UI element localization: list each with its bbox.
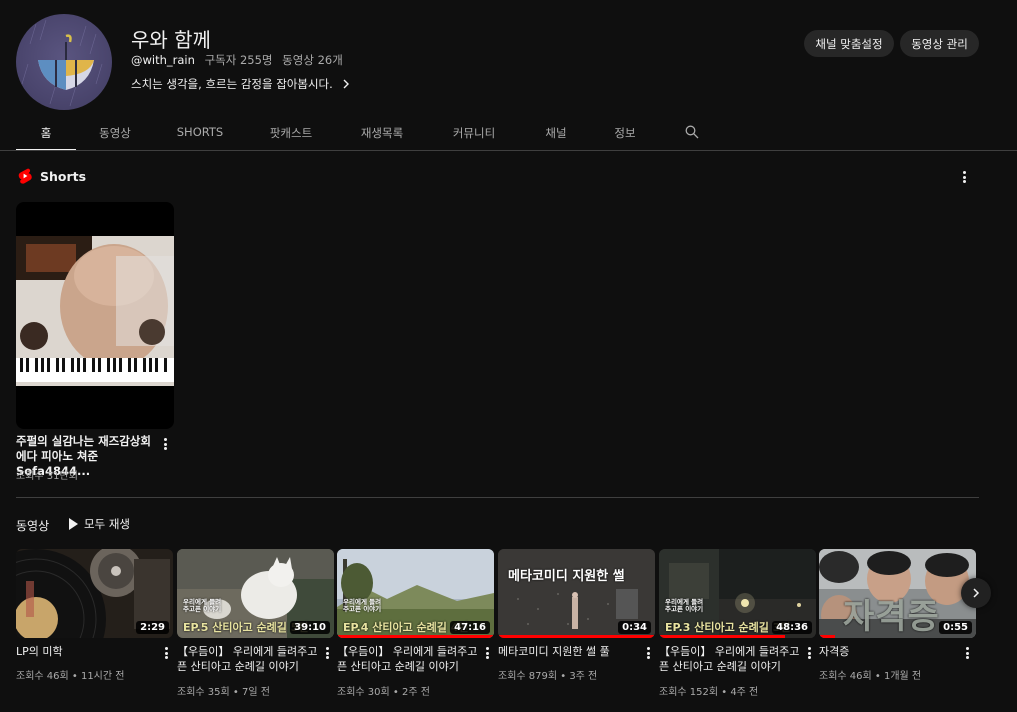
video-title[interactable]: 【우듬이】 우리에게 들려주고픈 산티아고 순례길 이야기 4... [337,644,479,674]
watch-progress-bar [498,635,655,638]
video-title[interactable]: 【우듬이】 우리에게 들려주고픈 산티아고 순례길 이야기 3... [659,644,801,674]
search-icon[interactable] [685,125,699,139]
manage-videos-button[interactable]: 동영상 관리 [900,30,979,57]
play-icon [69,518,78,530]
short-card[interactable] [16,202,174,429]
video-thumbnail[interactable]: 자격증 0:55 [819,549,976,638]
video-overlay-text: 자격증 [843,597,940,637]
channel-meta: @with_rain 구독자 255명 동영상 26개 [131,52,349,68]
watch-progress-bar [337,635,494,638]
umbrella-logo-icon [21,19,103,107]
video-thumbnail[interactable]: 우리에게 들려주고픈 이야기 EP.3 산티아고 순례길 3편 48:36 [659,549,816,638]
channel-tabs: 홈 동영상 SHORTS 팟캐스트 재생목록 커뮤니티 채널 정보 [16,115,658,151]
shorts-logo-icon [18,168,32,184]
video-card[interactable]: 우리에게 들려주고픈 이야기 EP.4 산티아고 순례길 4편 47:16 【우… [337,549,494,698]
video-overlay-subtitle: 우리에게 들려주고픈 이야기 [183,598,222,613]
video-duration: 48:36 [772,621,812,634]
video-meta: 조회수 30회 • 2주 전 [337,687,430,698]
video-duration: 0:34 [618,621,651,634]
video-duration: 2:29 [136,621,169,634]
watch-progress-bar [659,635,785,638]
video-card[interactable]: 메타코미디 지원한 썰 0:34 메타코미디 지원한 썰 풀 조회수 879회 … [498,549,655,682]
carousel-next-button[interactable] [961,578,991,608]
channel-handle: @with_rain [131,53,195,67]
short-menu-icon[interactable] [158,436,172,452]
video-duration: 39:10 [290,621,330,634]
chevron-right-icon [973,588,980,598]
channel-name: 우와 함께 [131,28,211,52]
short-thumbnail [16,236,174,386]
video-menu-icon[interactable] [802,645,816,661]
video-card[interactable]: 우리에게 들려주고픈 이야기 EP.5 산티아고 순례길 5편 39:10 【우… [177,549,334,698]
customize-channel-button[interactable]: 채널 맞춤설정 [804,30,894,57]
tab-playlists[interactable]: 재생목록 [336,115,428,151]
video-thumbnail[interactable]: 메타코미디 지원한 썰 0:34 [498,549,655,638]
video-menu-icon[interactable] [159,645,173,661]
play-all-label: 모두 재생 [84,517,130,531]
chevron-right-icon [343,79,349,89]
video-title[interactable]: 자격증 [819,644,961,659]
video-thumbnail[interactable]: 우리에게 들려주고픈 이야기 EP.4 산티아고 순례길 4편 47:16 [337,549,494,638]
video-overlay-subtitle: 우리에게 들려주고픈 이야기 [343,598,382,613]
video-meta: 조회수 46회 • 11시간 전 [16,671,125,682]
tab-community[interactable]: 커뮤니티 [428,115,520,151]
shorts-section-title: Shorts [18,168,86,184]
video-menu-icon[interactable] [480,645,494,661]
channel-description-text: 스치는 생각을, 흐르는 감정을 잡아봅시다. [131,77,333,91]
section-divider [16,497,979,498]
shorts-section-label: Shorts [40,168,87,184]
video-title[interactable]: 【우듬이】 우리에게 들려주고픈 산티아고 순례길 이야기 5... [177,644,319,674]
video-thumbnail[interactable]: 우리에게 들려주고픈 이야기 EP.5 산티아고 순례길 5편 39:10 [177,549,334,638]
video-card[interactable]: 우리에게 들려주고픈 이야기 EP.3 산티아고 순례길 3편 48:36 【우… [659,549,816,698]
video-menu-icon[interactable] [320,645,334,661]
video-meta: 조회수 879회 • 3주 전 [498,671,598,682]
video-title[interactable]: LP의 미학 [16,644,158,659]
tab-home[interactable]: 홈 [16,115,76,151]
video-card[interactable]: 자격증 0:55 자격증 조회수 46회 • 1개월 전 [819,549,976,682]
video-menu-icon[interactable] [641,645,655,661]
video-meta: 조회수 46회 • 1개월 전 [819,671,922,682]
video-overlay-text: 메타코미디 지원한 썰 [508,569,625,584]
video-meta: 조회수 152회 • 4주 전 [659,687,759,698]
short-views: 조회수 31만회 [16,471,78,482]
play-all-button[interactable]: 모두 재생 [69,516,130,532]
tab-podcasts[interactable]: 팟캐스트 [246,115,336,151]
video-menu-icon[interactable] [960,645,974,661]
tab-videos[interactable]: 동영상 [76,115,154,151]
videos-section-title: 동영상 [16,519,50,533]
video-thumbnail[interactable]: 2:29 [16,549,173,638]
shorts-section-menu-icon[interactable] [957,169,971,185]
video-duration: 47:16 [450,621,490,634]
video-card[interactable]: 2:29 LP의 미학 조회수 46회 • 11시간 전 [16,549,173,682]
video-overlay-subtitle: 우리에게 들려주고픈 이야기 [665,598,704,613]
short-thumbnail-image [16,236,174,386]
video-duration: 0:55 [939,621,972,634]
tabs-divider [0,150,1017,151]
video-count: 동영상 26개 [282,53,343,67]
tab-channels[interactable]: 채널 [520,115,592,151]
channel-description[interactable]: 스치는 생각을, 흐르는 감정을 잡아봅시다. [131,76,351,92]
watch-progress-bar [819,635,835,638]
video-title[interactable]: 메타코미디 지원한 썰 풀 [498,644,640,659]
tab-about[interactable]: 정보 [592,115,658,151]
tab-shorts[interactable]: SHORTS [154,115,246,151]
channel-avatar[interactable] [16,14,112,110]
video-meta: 조회수 35회 • 7일 전 [177,687,270,698]
subscriber-count: 구독자 255명 [204,53,273,67]
